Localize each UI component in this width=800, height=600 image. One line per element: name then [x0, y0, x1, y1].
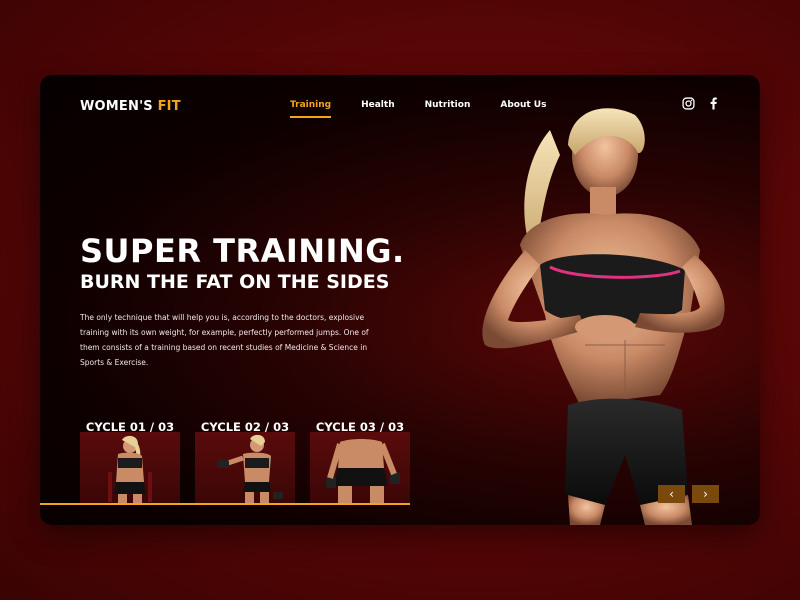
hero-card: WOMEN'S FIT Training Health Nutrition Ab… — [40, 75, 760, 525]
brand-name-prefix: WOMEN'S — [80, 99, 153, 114]
cycle-card-1[interactable]: CYCLE 01 / 03 — [80, 420, 180, 505]
chevron-right-icon[interactable]: › — [692, 485, 719, 503]
nav-item-health[interactable]: Health — [361, 100, 395, 118]
hero-title: SUPER TRAINING. — [80, 232, 405, 270]
cycle-thumbnail — [310, 432, 410, 505]
cycle-thumbnail — [195, 432, 295, 505]
brand-name-accent: FIT — [157, 99, 181, 114]
brand-logo[interactable]: WOMEN'S FIT — [80, 99, 181, 114]
hero-athlete-image — [482, 108, 725, 525]
cycle-card-3[interactable]: CYCLE 03 / 03 — [310, 420, 410, 505]
cycle-list: CYCLE 01 / 03 CYCLE 02 / 03 CYCLE 03 / 0… — [80, 420, 410, 505]
hero-description: The only technique that will help you is… — [80, 313, 369, 367]
cycle-label: CYCLE 03 / 03 — [315, 420, 405, 434]
cycle-label: CYCLE 02 / 03 — [200, 420, 290, 434]
hero-subtitle: BURN THE FAT ON THE SIDES — [80, 271, 390, 293]
cycle-progress-line — [40, 503, 410, 505]
cycle-label: CYCLE 01 / 03 — [85, 420, 175, 434]
nav-item-training[interactable]: Training — [290, 100, 332, 118]
chevron-left-icon[interactable]: ‹ — [658, 485, 685, 503]
cycle-thumbnail — [80, 432, 180, 505]
cycle-card-2[interactable]: CYCLE 02 / 03 — [195, 420, 295, 505]
